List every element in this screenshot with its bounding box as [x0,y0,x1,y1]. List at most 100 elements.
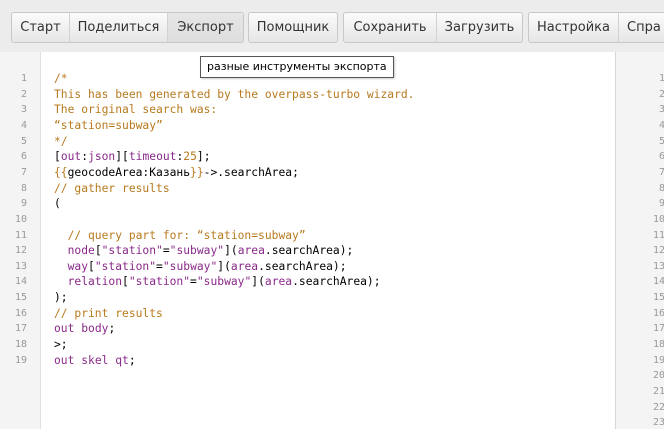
line-number: 7 [20,166,27,178]
code-token: = [156,259,163,273]
code-token: out [60,150,82,164]
start-button[interactable]: Старт [12,13,70,42]
code-token: skel [81,353,109,367]
line-number: 1 [20,73,27,84]
line-number-gutter: 1 2 3 4 5 6 7 8 9 10 11 12 13 14 15 16 17 18 19 [0,52,41,429]
settings-button[interactable]: Настройка [529,13,619,42]
code-line: out body; [54,322,115,335]
line-number: 6 [20,151,27,163]
right-line-number: 12 [652,245,664,257]
wizard-button[interactable]: Помощник [249,13,337,42]
line-number: 13 [14,260,27,272]
code-token: “station=subway” [54,118,163,132]
code-line: [out:json][timeout:25]; [54,150,211,163]
code-token: [ [88,259,95,273]
right-line-number: 8 [658,182,664,194]
code-token: }} [190,165,204,179]
line-number: 16 [14,307,27,319]
code-token: qt [115,353,129,367]
toolbar-group-main: Старт Поделиться Экспорт [11,12,244,43]
right-line-number: 3 [658,104,664,116]
code-token: // query part for: “station=subway” [54,228,306,242]
code-token: json [88,150,116,164]
code-token: >; [54,338,68,352]
right-line-number: 23 [652,417,664,429]
line-number: 5 [20,135,27,147]
line-number: 3 [20,104,27,116]
right-line-number: 22 [652,401,664,413]
code-token: // print results [54,306,163,320]
code-line: way["station"="subway"](area.searchArea)… [54,260,347,273]
line-number: 10 [14,213,27,225]
load-button[interactable]: Загрузить [437,13,522,42]
line-number: 4 [20,119,27,131]
code-token: "subway" [169,244,225,258]
code-token: = [190,275,197,289]
help-button[interactable]: Спра [619,13,664,42]
code-token: : [81,150,89,164]
line-number: 17 [14,323,27,335]
code-token: "station" [128,275,191,289]
code-token: The original search was: [54,103,218,117]
code-token: relation [54,275,123,289]
code-token: "station" [101,244,163,258]
code-line: // print results [54,307,163,320]
code-token: out [54,353,75,367]
code-token: = [162,244,170,258]
code-token: .searchArea); [258,259,347,273]
line-number: 11 [14,229,27,241]
right-line-number: 17 [652,323,664,335]
line-number: 18 [14,339,27,351]
code-token: ]( [251,275,265,289]
line-number: 2 [20,88,27,100]
code-token: area [264,275,293,289]
right-line-number: 20 [652,370,664,382]
right-line-number: 21 [652,386,664,397]
code-token: area [230,259,259,273]
code-line: The original search was: [54,103,217,116]
right-line-number: 4 [658,119,664,131]
right-line-number: 6 [658,151,664,163]
code-token: ); [54,291,68,305]
right-line-number: 2 [658,88,664,100]
right-line-number: 9 [658,198,664,210]
code-editor[interactable]: 1 2 3 4 5 6 7 8 9 10 11 12 13 14 15 16 17 18 19 /* This has… [0,52,615,429]
code-line: ); [54,291,68,304]
line-number: 12 [14,245,27,257]
code-token: ; [128,353,136,367]
right-line-number: 16 [652,307,664,319]
right-line-number: 10 [652,213,664,225]
share-button[interactable]: Поделиться [70,13,168,42]
code-line: “station=subway” [54,119,163,132]
code-token: .searchArea); [264,244,354,258]
code-line: node["station"="subway"](area.searchArea… [54,244,354,258]
export-button[interactable]: Экспорт [168,13,243,42]
save-button[interactable]: Сохранить [344,13,437,42]
line-number: 8 [20,182,27,194]
line-number: 9 [20,198,27,210]
code-line: relation["station"="subway"](area.search… [54,275,381,288]
code-token: // gather results [54,181,170,195]
right-line-number: 13 [652,260,664,272]
code-token: node [54,244,95,258]
right-line-number-gutter: 1 2 3 4 5 6 7 8 9 10 11 12 13 14 15 16 17 18 19 20 21 22 23 [616,52,664,429]
code-token: This has been generated by the overpass-… [54,87,415,101]
code-token: 25 [183,150,197,164]
right-line-number: 7 [658,166,664,178]
code-token: .searchArea); [292,275,381,289]
code-token: [ [122,275,129,289]
line-number: 14 [14,276,27,288]
code-token: */ [54,134,68,148]
code-token: /* [54,72,68,85]
code-token: "subway" [162,259,218,273]
right-line-number: 11 [652,229,664,241]
code-token: geocodeArea:Казань [67,165,191,179]
code-token: way [54,259,89,273]
toolbar-group-settings: Настройка Спра [528,12,664,43]
right-line-number: 5 [658,135,664,147]
code-token: ; [108,322,116,336]
right-panel: 1 2 3 4 5 6 7 8 9 10 11 12 13 14 15 16 17 18 19 20 21 22 23 [615,52,664,429]
code-token: ]( [224,244,238,258]
code-line: // gather results [54,182,170,195]
code-token: "subway" [196,275,252,289]
